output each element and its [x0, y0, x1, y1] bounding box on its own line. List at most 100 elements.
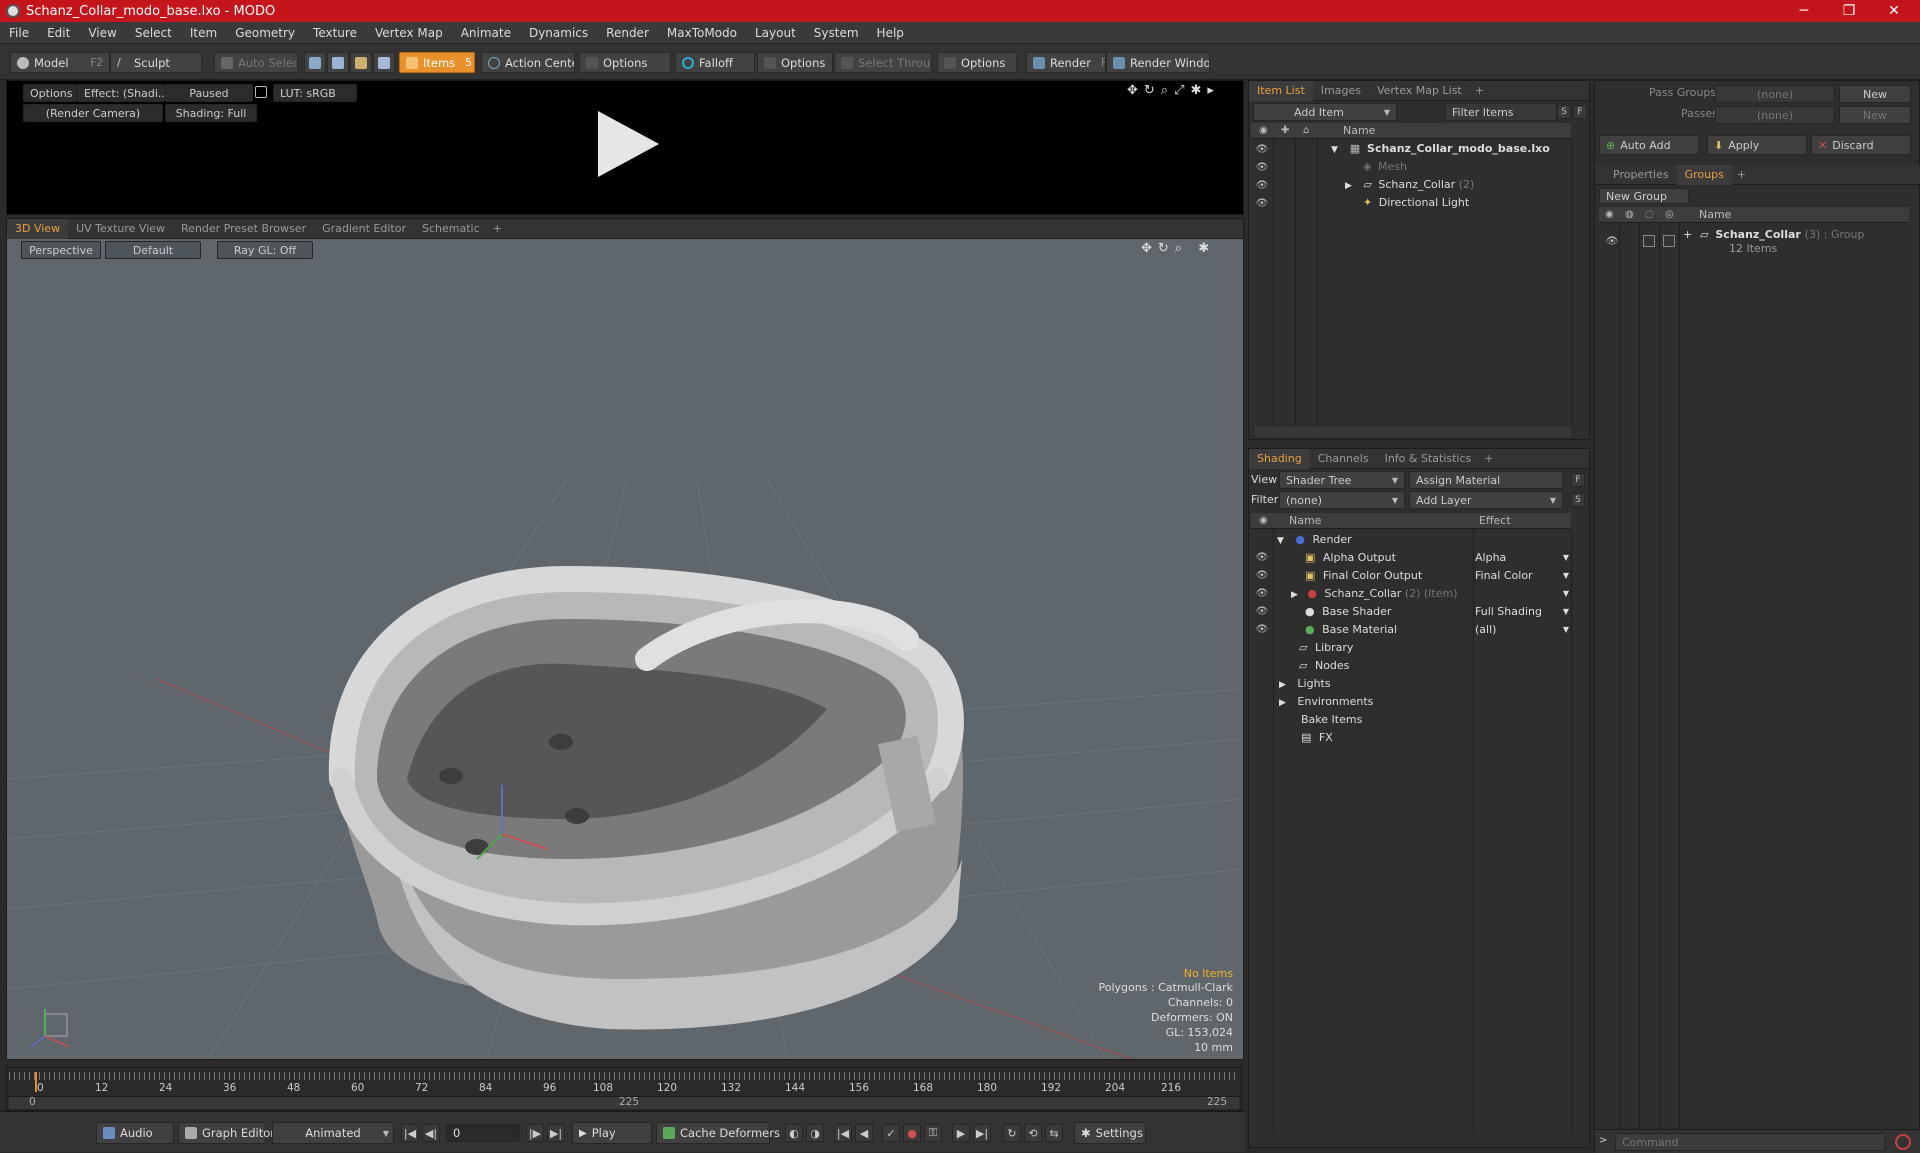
add-tab-icon[interactable]: + — [1732, 165, 1751, 185]
pass-groups-dropdown[interactable]: (none) — [1715, 85, 1835, 103]
shading-f-button[interactable]: F — [1571, 473, 1585, 487]
tab-vertex-map-list[interactable]: Vertex Map List — [1369, 81, 1470, 101]
tab-info-statistics[interactable]: Info & Statistics — [1377, 449, 1480, 469]
select-through-button[interactable]: Select Through — [834, 52, 932, 73]
menu-item[interactable]: Item — [181, 26, 226, 40]
tab-images[interactable]: Images — [1313, 81, 1369, 101]
options-button-2[interactable]: Options — [757, 52, 833, 73]
viewport-3d[interactable]: 3D View UV Texture View Render Preset Br… — [6, 218, 1244, 1060]
step-back-button[interactable]: ◀| — [422, 1124, 440, 1142]
key-icon-1[interactable]: ◐ — [785, 1124, 803, 1142]
visibility-eye-icon[interactable]: 👁 — [1255, 199, 1269, 209]
menu-layout[interactable]: Layout — [746, 26, 805, 40]
filter-dropdown[interactable]: (none) ▼ — [1279, 491, 1405, 509]
menu-file[interactable]: File — [0, 26, 38, 40]
preview-paused-button[interactable]: Paused — [165, 84, 253, 102]
render-button[interactable]: Render F9 — [1026, 52, 1106, 73]
visibility-eye-icon[interactable]: 👁 — [1255, 163, 1269, 173]
tree-item-directional-light[interactable]: ✦ Directional Light — [1363, 194, 1469, 212]
visibility-eye-icon[interactable]: 👁 — [1255, 181, 1269, 191]
graph-editor-button[interactable]: Graph Editor — [178, 1122, 275, 1144]
auto-key-button[interactable]: ↻ — [1003, 1124, 1021, 1142]
set-key-button[interactable]: ✓ — [882, 1124, 900, 1142]
new-pass-group-button[interactable]: New — [1839, 85, 1911, 103]
alpha-effect-dropdown[interactable]: Alpha ▼ — [1475, 549, 1571, 567]
audio-button[interactable]: Audio — [96, 1122, 174, 1144]
options-button-1[interactable]: Options — [579, 52, 671, 73]
edges-mode-button[interactable] — [327, 52, 349, 73]
tab-shading[interactable]: Shading — [1249, 448, 1310, 469]
step-forward-button[interactable]: |▶ — [526, 1124, 544, 1142]
key-filter-button[interactable]: ⚿ — [924, 1124, 942, 1142]
add-tab-icon[interactable]: + — [1479, 449, 1498, 469]
new-group-button[interactable]: New Group — [1599, 188, 1689, 204]
menu-texture[interactable]: Texture — [304, 26, 366, 40]
menu-system[interactable]: System — [805, 26, 868, 40]
add-item-dropdown[interactable]: Add Item ▼ — [1253, 103, 1397, 121]
shader-row-bake-items[interactable]: Bake Items — [1301, 711, 1362, 729]
shading-s-button[interactable]: S — [1571, 493, 1585, 507]
menu-geometry[interactable]: Geometry — [226, 26, 304, 40]
shader-row-lights[interactable]: ▶ Lights — [1279, 675, 1331, 693]
play-button[interactable]: ▶ Play — [572, 1122, 652, 1144]
visibility-eye-icon[interactable]: 👁 — [1255, 553, 1269, 563]
minimize-button[interactable]: ─ — [1781, 0, 1827, 22]
menu-edit[interactable]: Edit — [38, 26, 79, 40]
add-layer-dropdown[interactable]: Add Layer ▼ — [1409, 491, 1563, 509]
base-material-effect-dropdown[interactable]: (all) ▼ — [1475, 621, 1571, 639]
shader-row-alpha-output[interactable]: ▣ Alpha Output — [1305, 549, 1396, 567]
assign-material-button[interactable]: Assign Material — [1409, 471, 1563, 489]
filter-f-button[interactable]: F — [1573, 105, 1587, 119]
discard-button[interactable]: ✕ Discard — [1811, 135, 1911, 155]
tab-properties[interactable]: Properties — [1595, 165, 1677, 185]
menu-vertex-map[interactable]: Vertex Map — [366, 26, 452, 40]
next-key-button-2[interactable]: ▶| — [973, 1124, 991, 1142]
shader-row-base-shader[interactable]: ● Base Shader — [1305, 603, 1391, 621]
command-input[interactable] — [1615, 1133, 1885, 1151]
preview-shading-dropdown[interactable]: Shading: Full — [165, 104, 257, 122]
render-window-button[interactable]: Render Window — [1106, 52, 1210, 73]
tree-item-schanz-collar[interactable]: ▶ ▱ Schanz_Collar (2) — [1345, 176, 1474, 194]
horizontal-scrollbar[interactable] — [1255, 427, 1571, 437]
action-center-button[interactable]: Action Center — [481, 52, 575, 73]
preview-effect-dropdown[interactable]: Effect: (Shadi... — [77, 84, 165, 102]
new-pass-button[interactable]: New — [1839, 106, 1911, 124]
tree-item-scene[interactable]: ▼ ▦ Schanz_Collar_modo_base.lxo — [1331, 140, 1550, 158]
falloff-button[interactable]: Falloff — [675, 52, 755, 73]
visibility-eye-icon[interactable]: 👁 — [1255, 625, 1269, 635]
frame-input[interactable]: 0 — [446, 1124, 520, 1142]
menu-dynamics[interactable]: Dynamics — [520, 26, 597, 40]
passes-dropdown[interactable]: (none) — [1715, 106, 1835, 124]
record-button[interactable]: ● — [903, 1124, 921, 1142]
shader-row-render[interactable]: ▼ ● Render — [1277, 531, 1352, 549]
menu-render[interactable]: Render — [597, 26, 658, 40]
visibility-eye-icon[interactable]: 👁 — [1255, 589, 1269, 599]
preview-options-button[interactable]: Options — [23, 84, 77, 102]
options-button-3[interactable]: Options — [937, 52, 1017, 73]
materials-mode-button[interactable] — [373, 52, 395, 73]
filter-s-button[interactable]: S — [1557, 105, 1571, 119]
menu-select[interactable]: Select — [126, 26, 181, 40]
menu-view[interactable]: View — [79, 26, 125, 40]
key-icon-2[interactable]: ◑ — [806, 1124, 824, 1142]
close-button[interactable]: ✕ — [1871, 0, 1917, 22]
auto-add-button[interactable]: ⊕ Auto Add — [1599, 135, 1699, 155]
go-to-start-button[interactable]: |◀ — [401, 1124, 419, 1142]
add-tab-icon[interactable]: + — [1470, 81, 1489, 101]
sync-button[interactable]: ⇆ — [1045, 1124, 1063, 1142]
base-shader-effect-dropdown[interactable]: Full Shading ▼ — [1475, 603, 1571, 621]
group-lock-checkbox[interactable] — [1643, 235, 1655, 247]
shader-row-base-material[interactable]: ● Base Material — [1305, 621, 1397, 639]
view-dropdown[interactable]: Shader Tree ▼ — [1279, 471, 1405, 489]
visibility-eye-icon[interactable]: 👁 — [1605, 237, 1619, 247]
timeline[interactable]: 0 12 24 36 48 60 72 84 96 108 120 132 14… — [6, 1067, 1242, 1111]
sculpt-button[interactable]: / Sculpt — [110, 52, 202, 73]
preview-nav-icons[interactable]: ✥↻⌕⤢✱▸ — [1127, 83, 1220, 98]
prev-key-button-2[interactable]: ◀ — [855, 1124, 873, 1142]
final-color-effect-dropdown[interactable]: Final Color ▼ — [1475, 567, 1571, 585]
settings-button[interactable]: ✱ Settings — [1074, 1122, 1146, 1144]
items-mode-button[interactable]: Items 5 — [399, 52, 475, 73]
vertices-mode-button[interactable] — [304, 52, 326, 73]
shader-row-library[interactable]: ▱ Library — [1299, 639, 1353, 657]
group-select-checkbox[interactable] — [1663, 235, 1675, 247]
